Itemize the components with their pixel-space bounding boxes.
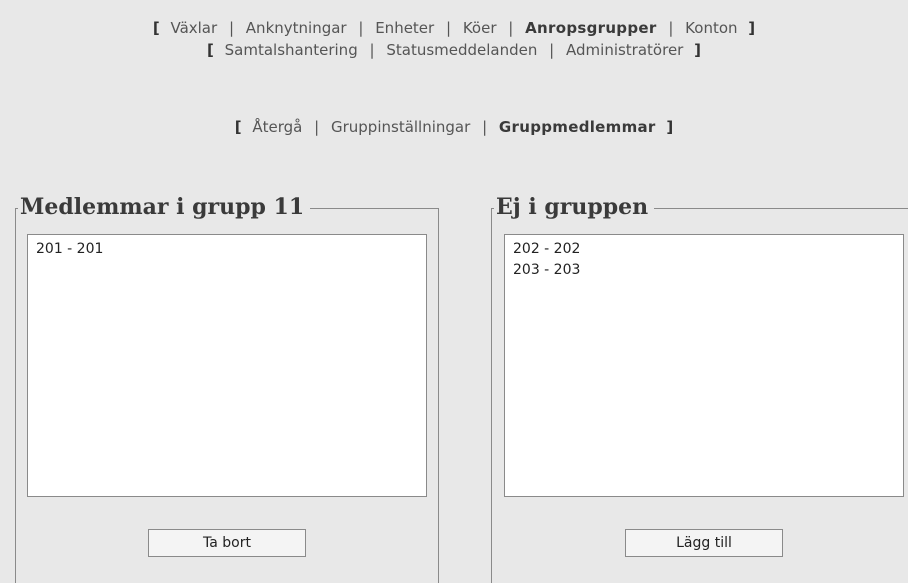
nav-separator: |	[228, 19, 235, 37]
nav-link-gruppinstallningar[interactable]: Gruppinställningar	[331, 118, 470, 136]
nav-link-statusmeddelanden[interactable]: Statusmeddelanden	[386, 41, 537, 59]
nav-separator: |	[668, 19, 674, 37]
members-listbox[interactable]: 201 - 201	[27, 234, 427, 497]
nav-link-vaxlar[interactable]: Växlar	[170, 19, 217, 37]
non-members-fieldset: Ej i gruppen 202 - 202 203 - 203 Lägg ti…	[491, 193, 908, 583]
add-member-button[interactable]: Lägg till	[625, 529, 783, 557]
non-members-title: Ej i gruppen	[494, 193, 655, 221]
nav-open-bracket: [	[234, 118, 242, 136]
nav-link-enheter[interactable]: Enheter	[375, 19, 434, 37]
members-title: Medlemmar i grupp 11	[18, 193, 311, 221]
primary-nav: [ Växlar | Anknytningar | Enheter | Köer…	[0, 19, 908, 37]
nav-link-samtalshantering[interactable]: Samtalshantering	[225, 41, 358, 59]
nav-separator: |	[358, 19, 364, 37]
page: [ Växlar | Anknytningar | Enheter | Köer…	[0, 0, 908, 583]
non-members-list-option[interactable]: 203 - 203	[505, 260, 903, 281]
nav-link-administratorer[interactable]: Administratörer	[566, 41, 683, 59]
nav-separator: |	[508, 19, 514, 37]
nav-link-anknytningar[interactable]: Anknytningar	[246, 19, 347, 37]
group-sub-nav: [ Återgå | Gruppinställningar | Gruppmed…	[0, 118, 908, 136]
nav-link-koer[interactable]: Köer	[463, 19, 497, 37]
nav-separator: |	[369, 41, 375, 59]
members-fieldset: Medlemmar i grupp 11 201 - 201 Ta bort	[15, 193, 439, 583]
nav-link-gruppmedlemmar[interactable]: Gruppmedlemmar	[499, 118, 656, 136]
nav-close-bracket: ]	[666, 118, 674, 136]
nav-open-bracket: [	[152, 19, 160, 37]
nav-link-konton[interactable]: Konton	[685, 19, 737, 37]
nav-separator: |	[482, 118, 488, 136]
nav-open-bracket: [	[207, 41, 214, 59]
non-members-list-option[interactable]: 202 - 202	[505, 239, 903, 260]
members-list-option[interactable]: 201 - 201	[28, 239, 426, 260]
nav-separator: |	[549, 41, 555, 59]
remove-member-button[interactable]: Ta bort	[148, 529, 306, 557]
nav-separator: |	[314, 118, 320, 136]
nav-link-anropsgrupper[interactable]: Anropsgrupper	[525, 19, 656, 37]
nav-link-atergå[interactable]: Återgå	[252, 118, 302, 136]
non-members-listbox[interactable]: 202 - 202 203 - 203	[504, 234, 904, 497]
secondary-nav: [ Samtalshantering | Statusmeddelanden |…	[0, 41, 908, 59]
nav-separator: |	[445, 19, 452, 37]
nav-close-bracket: ]	[748, 19, 756, 37]
nav-close-bracket: ]	[694, 41, 701, 59]
